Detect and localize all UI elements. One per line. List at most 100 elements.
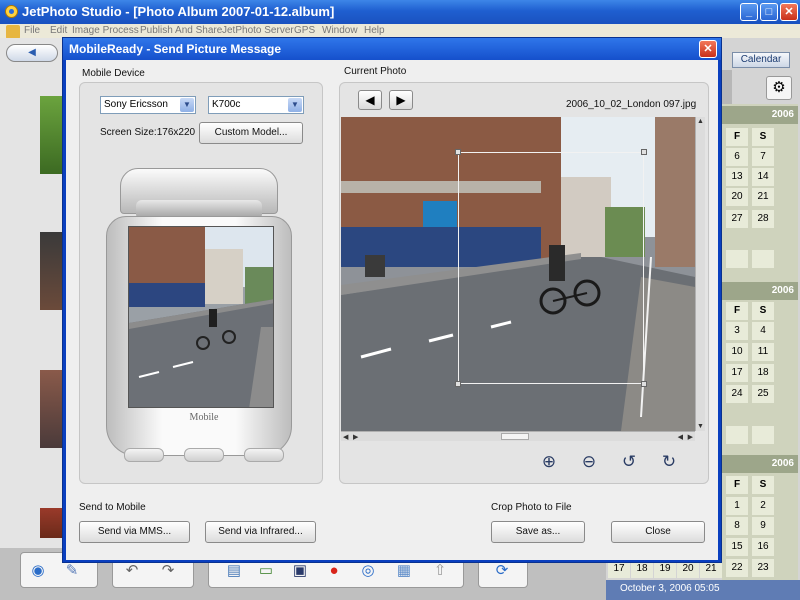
calendar-day[interactable]: 3 [726,322,748,340]
zoom-out-icon[interactable]: ⊖ [576,451,602,473]
calendar-day[interactable]: 8 [726,517,748,535]
close-button[interactable]: Close [611,521,705,543]
rotate-icon[interactable]: ↶ [121,561,143,581]
next-photo-button[interactable]: ▶ [389,90,413,110]
calendar-day[interactable]: 18 [752,364,774,382]
status-date: October 3, 2006 05:05 [606,580,800,600]
calendar-day[interactable]: 2 [752,497,774,515]
gallery-icon[interactable]: ▦ [393,561,415,581]
calendar-day[interactable]: 25 [752,385,774,403]
calendar-week: 17 18 19 20 21 [608,560,722,580]
menu-app-icon[interactable] [6,25,20,39]
calendar-day[interactable]: 21 [752,188,774,206]
weekday-label: F [726,476,748,494]
save-as-button[interactable]: Save as... [491,521,585,543]
send-via-mms-button[interactable]: Send via MMS... [79,521,190,543]
calendar-day[interactable]: 14 [752,168,774,186]
sync-icon[interactable]: ⟳ [491,561,513,581]
calendar-week: 17 18 [726,364,798,384]
calendar-day[interactable]: 11 [752,343,774,361]
phone-key [184,448,224,462]
calendar-month-header: 2006 [722,455,798,473]
photo-horizontal-scrollbar[interactable]: ◀ ▶ ◀ ▶ [341,431,695,441]
thumbnail[interactable] [40,508,62,538]
scroll-up-icon[interactable]: ▲ [697,118,704,125]
calendar-week [726,426,798,446]
previous-photo-button[interactable]: ◀ [358,90,382,110]
custom-model-button[interactable]: Custom Model... [199,122,303,144]
menu-file[interactable]: File [24,24,40,38]
menu-publish-and-share[interactable]: Publish And Share [140,24,222,38]
brand-select[interactable]: Sony Ericsson ▼ [100,96,196,114]
model-select[interactable]: K700c ▼ [208,96,304,114]
menu-help[interactable]: Help [364,24,385,38]
app-close-button[interactable]: ✕ [780,3,798,21]
crop-handle[interactable] [641,381,647,387]
chevron-down-icon[interactable]: ▼ [180,98,194,112]
photo-vertical-scrollbar[interactable]: ▲ ▼ [695,117,705,431]
calendar-day[interactable]: 22 [726,559,748,577]
gear-icon[interactable]: ⚙ [766,76,792,100]
menu-window[interactable]: Window [322,24,358,38]
calendar-week: 24 25 [726,385,798,405]
calendar-day[interactable]: 23 [752,559,774,577]
maximize-button[interactable]: □ [760,3,778,21]
menu-jetphoto-server[interactable]: JetPhoto Server [222,24,294,38]
thumbnail[interactable] [40,370,62,448]
calendar-day[interactable]: 1 [726,497,748,515]
calendar-day[interactable]: 17 [726,364,748,382]
brand-select-value: Sony Ericsson [104,99,168,110]
slideshow-icon[interactable]: ▤ [223,561,245,581]
calendar-day[interactable]: 9 [752,517,774,535]
rotate-right-icon[interactable]: ↻ [656,451,682,473]
calendar-day[interactable]: 24 [726,385,748,403]
calendar-week: 27 28 [726,210,798,230]
calendar-day[interactable]: 16 [752,538,774,556]
screen-size-text: Screen Size:176x220 [100,127,196,138]
thumbnail[interactable] [40,96,62,174]
app-title: JetPhoto Studio - [Photo Album 2007-01-1… [22,4,335,19]
upload-icon[interactable]: ⇧ [429,561,451,581]
crop-handle[interactable] [455,149,461,155]
scroll-left-icon[interactable]: ◀ [343,433,348,441]
calendar-day[interactable]: 20 [726,188,748,206]
menu-edit[interactable]: Edit [50,24,67,38]
calendar-day[interactable]: 28 [752,210,774,228]
globe-icon[interactable]: ◉ [27,561,49,581]
internet-icon[interactable]: ◎ [357,561,379,581]
monitor-icon[interactable]: ▣ [289,561,311,581]
calendar-day[interactable]: 10 [726,343,748,361]
brush-icon[interactable]: ✎ [61,561,83,581]
rotate-icon[interactable]: ↷ [157,561,179,581]
menu-gps[interactable]: GPS [294,24,315,38]
scroll-right-icon[interactable]: ▶ [353,433,358,441]
menu-image-process[interactable]: Image Process [72,24,139,38]
send-to-mobile-label: Send to Mobile [79,502,146,513]
back-button[interactable]: ◀ [6,44,58,62]
calendar-day[interactable]: 7 [752,148,774,166]
scroll-down-icon[interactable]: ▼ [697,423,704,430]
calendar-day[interactable]: 4 [752,322,774,340]
rotate-left-icon[interactable]: ↺ [616,451,642,473]
flash-icon[interactable]: ● [323,561,345,581]
scroll-left-icon[interactable]: ◀ [678,433,683,441]
landscape-icon[interactable]: ▭ [255,561,277,581]
chevron-down-icon[interactable]: ▼ [288,98,302,112]
scroll-right-icon[interactable]: ▶ [688,433,693,441]
dialog-close-icon[interactable]: ✕ [699,40,717,58]
phone-preview-photo [129,227,273,407]
calendar-day[interactable]: 6 [726,148,748,166]
send-via-infrared-button[interactable]: Send via Infrared... [205,521,316,543]
weekday-label: S [752,476,774,494]
minimize-button[interactable]: _ [740,3,758,21]
calendar-day[interactable]: 13 [726,168,748,186]
crop-handle[interactable] [455,381,461,387]
calendar-day[interactable]: 15 [726,538,748,556]
zoom-in-icon[interactable]: ⊕ [536,451,562,473]
scroll-thumb[interactable] [501,433,529,440]
tab-calendar[interactable]: Calendar [732,52,790,68]
crop-selection[interactable] [455,149,647,387]
thumbnail[interactable] [40,232,62,310]
calendar-day[interactable]: 27 [726,210,748,228]
crop-handle[interactable] [641,149,647,155]
